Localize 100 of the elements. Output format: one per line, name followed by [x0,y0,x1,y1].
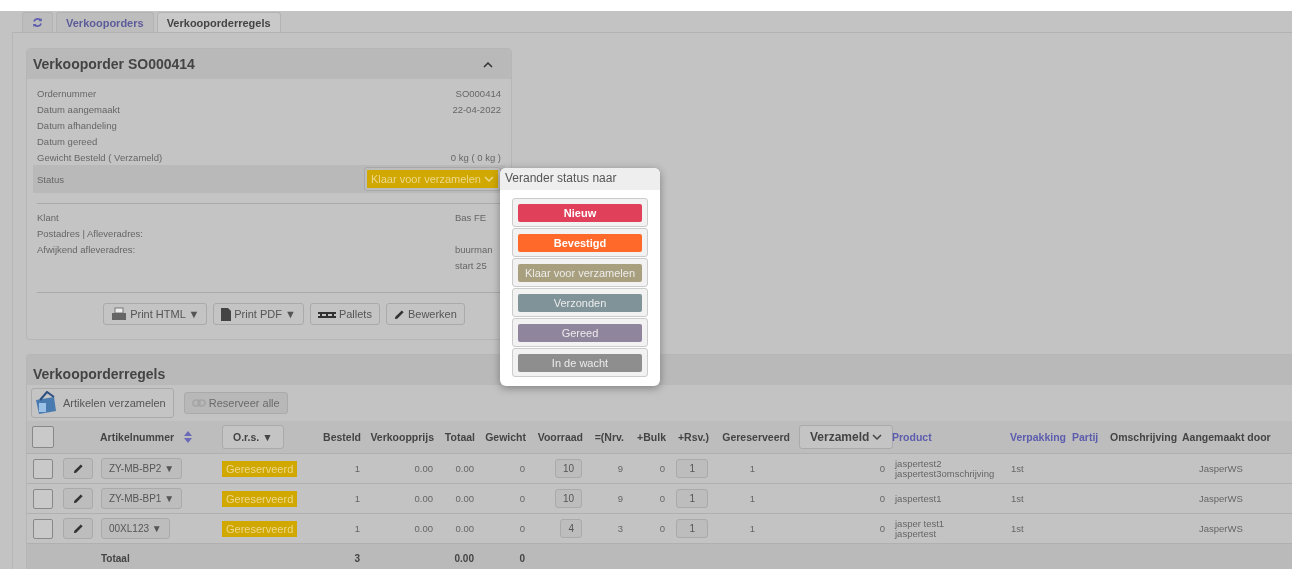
table-cell-text: 1st [1010,463,1025,474]
checkbox[interactable] [33,488,53,509]
action-button[interactable]: Bewerken [385,303,465,325]
table-cell-text: 9 [616,493,624,504]
field-label: Gewicht Besteld ( Verzameld) [37,151,163,163]
field-value: SO000414 [455,87,501,99]
field-value: 0 kg ( 0 kg ) [450,151,501,163]
section-title: Verkooporderregels [33,366,166,382]
pallet-icon [317,310,336,318]
field-label: Datum afhandeling [37,119,117,131]
table-cell-text: 0 [518,463,526,474]
reserved-value[interactable]: 1 [676,519,708,538]
table-cell-text: 9 [616,463,624,474]
stock-value[interactable]: 4 [560,519,582,538]
total-label: Totaal [100,553,131,564]
article-dropdown[interactable]: ZY-MB-BP1 ▼ [101,488,183,509]
table-cell-text: 1 [748,463,757,474]
checkbox[interactable] [33,518,53,539]
chevron-down-icon [872,433,883,441]
field-label: Status [37,173,64,185]
pencil-icon [72,463,84,474]
product-text: jaspertest2 jaspertest3omschrijving [893,458,996,479]
field-label: Datum aangemaakt [37,103,120,115]
table-cell-text: 1 [353,493,361,504]
table-cell-text: 0 [658,523,666,534]
table-cell-text: 1 [353,523,361,534]
table-cell-text: 0.00 [454,493,475,504]
sort-icon [184,431,193,443]
table-cell-text: 1 [353,463,361,474]
pencil-icon [72,493,84,504]
field-value: start 25 [455,259,488,273]
tab[interactable]: Verkooporderregels [156,12,281,32]
toolbar-button[interactable]: Artikelen verzamelen [31,388,174,418]
table-cell-text: 0.00 [453,553,475,564]
table-cell-text: 0.00 [454,463,475,474]
column-header: Gewicht [484,431,527,443]
document-icon [221,307,232,321]
action-button[interactable]: Print HTML ▼ [103,303,208,325]
column-dropdown-button[interactable]: Verzameld [799,425,894,449]
table-cell-text: 0 [878,493,886,504]
card-title: Verkooporder SO000414 [33,56,195,72]
column-header: +Bulk [636,431,667,443]
action-button[interactable]: Pallets [309,303,380,325]
status-option[interactable]: Nieuw [518,204,642,222]
action-button[interactable]: Print PDF ▼ [213,303,304,325]
table-cell-text: 1st [1010,493,1025,504]
table-cell-text: 0.00 [454,523,475,534]
edit-button[interactable] [63,458,93,479]
stock-value[interactable]: 10 [554,459,582,478]
table-cell-text: 0 [518,523,526,534]
table-cell-text: 0 [658,463,666,474]
field-value: 22-04-2022 [452,103,501,115]
table-cell-text: 1st [1010,523,1025,534]
edit-button[interactable] [63,518,93,539]
table-cell-text: JasperWS [1198,493,1244,504]
table-cell-text: JasperWS [1198,463,1244,474]
column-menu-button[interactable]: O.r.s. ▼ [222,425,284,449]
table-cell-text: 0 [878,523,886,534]
table-cell-text: 0 [518,553,526,564]
table-cell-text: 0.00 [413,463,434,474]
article-dropdown[interactable]: 00XL123 ▼ [101,518,170,539]
field-label: Datum gereed [37,135,98,147]
checkbox[interactable] [33,458,53,479]
pencil-icon [393,308,405,320]
status-badge: Gereserveerd [222,490,298,507]
tab[interactable] [22,12,53,32]
column-header-link[interactable]: Verpakking [1007,431,1070,443]
table-cell-text: 0.00 [413,493,434,504]
column-header-link[interactable]: Partij [1069,431,1102,443]
reserved-value[interactable]: 1 [676,459,708,478]
field-label: Klant [37,211,60,225]
tab[interactable]: Verkooporders [56,12,154,32]
chevron-up-icon [483,60,493,68]
column-header: Omschrijving [1109,431,1179,443]
column-header: Gereserveerd [721,431,791,443]
column-header: Verkoopprijs [369,431,435,443]
field-label: Ordernummer [37,87,97,99]
reserved-value[interactable]: 1 [676,489,708,508]
field-label: Postadres | Afleveradres: [37,227,144,241]
article-dropdown[interactable]: ZY-MB-BP2 ▼ [101,458,183,479]
stock-value[interactable]: 10 [554,489,582,508]
table-cell-text: 0.00 [413,523,434,534]
checkbox[interactable] [32,426,54,448]
field-value: Bas FE [455,211,488,225]
table-cell-text: 0 [878,463,886,474]
chevron-down-icon [484,175,494,183]
column-header: Besteld [322,431,362,443]
column-header: +Rsv.) [676,431,710,443]
product-text: jaspertest1 [893,493,943,504]
table-cell-text: 0 [518,493,526,504]
product-text: jasper test1 jaspertest [893,518,946,539]
field-value: buurman [455,243,494,257]
column-header: Totaal [443,431,476,443]
status-option[interactable]: Bevestigd [518,234,642,252]
edit-button[interactable] [63,488,93,509]
column-header[interactable]: Artikelnummer [97,431,196,443]
pencil-icon [72,523,84,534]
table-cell-text: 3 [616,523,624,534]
table-cell-text: 0 [658,493,666,504]
refresh-icon [32,17,43,28]
